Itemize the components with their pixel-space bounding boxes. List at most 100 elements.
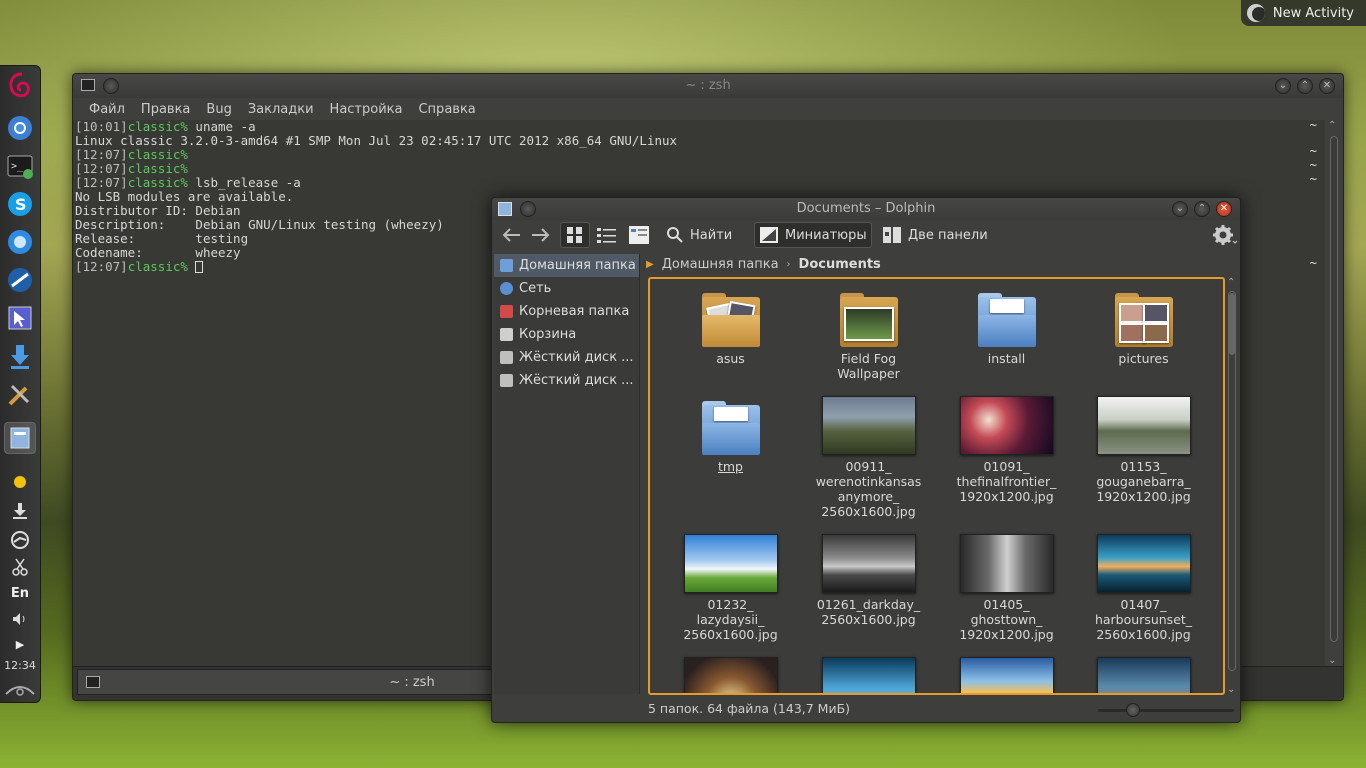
- scissors-icon[interactable]: [0, 558, 40, 580]
- terminal-line: [12:07]classic% lsb_release -a: [75, 175, 301, 190]
- preview-icon: [760, 227, 778, 243]
- pidgin-icon[interactable]: [4, 226, 36, 258]
- file-item[interactable]: 01405_ ghosttown_ 1920x1200.jpg: [939, 534, 1074, 642]
- file-item[interactable]: 01232_ lazydaysii_ 2560x1600.jpg: [663, 534, 798, 642]
- debian-menu-icon[interactable]: [4, 70, 36, 102]
- file-view[interactable]: asus Field Fog Wallpaper install picture…: [648, 277, 1225, 695]
- new-activity-button[interactable]: New Activity: [1240, 0, 1366, 26]
- terminal-icon[interactable]: >_: [4, 150, 36, 182]
- place-home[interactable]: Домашняя папка: [494, 254, 639, 277]
- control-menu-button[interactable]: [1208, 222, 1242, 248]
- file-item[interactable]: [939, 657, 1074, 693]
- konsole-close-button[interactable]: ✕: [1319, 78, 1335, 94]
- back-button[interactable]: [496, 222, 526, 248]
- konsole-pin-button[interactable]: [103, 78, 119, 94]
- preview-toggle-button[interactable]: Миниатюры: [754, 222, 872, 248]
- file-label: tmp: [717, 459, 743, 474]
- file-item[interactable]: asus: [663, 293, 798, 366]
- find-button[interactable]: Найти: [662, 222, 736, 248]
- breadcrumb-current[interactable]: Documents: [799, 257, 881, 272]
- file-item[interactable]: 01091_ thefinalfrontier_ 1920x1200.jpg: [939, 396, 1074, 504]
- image-thumbnail: [821, 657, 916, 693]
- file-item[interactable]: 01261_darkday_ 2560x1600.jpg: [801, 534, 936, 627]
- menu-settings[interactable]: Настройка: [322, 102, 411, 117]
- chevron-right-icon: ›: [786, 258, 791, 270]
- skype-icon[interactable]: S: [4, 188, 36, 220]
- file-view-scrollbar[interactable]: ⌃ ⌄: [1226, 277, 1238, 695]
- split-view-icon: [883, 227, 901, 243]
- scroll-up-icon[interactable]: ⌃: [1227, 277, 1235, 288]
- download-tray-icon[interactable]: [0, 502, 40, 524]
- file-item[interactable]: install: [939, 293, 1074, 366]
- file-item[interactable]: 01153_ gouganebarra_ 1920x1200.jpg: [1076, 396, 1211, 504]
- details-view-button[interactable]: [592, 222, 622, 248]
- window-selector-icon[interactable]: [4, 302, 36, 334]
- place-trash[interactable]: Корзина: [494, 323, 639, 346]
- menu-bug[interactable]: Bug: [198, 102, 239, 117]
- zoom-slider-handle[interactable]: [1126, 703, 1140, 717]
- folder-icon: [839, 293, 898, 347]
- split-view-button[interactable]: Две панели: [878, 222, 992, 248]
- cashew-icon[interactable]: [0, 682, 40, 700]
- forward-button[interactable]: [526, 222, 556, 248]
- left-panel: >_ S En ▶ 12:34: [0, 65, 41, 703]
- file-item[interactable]: 01407_ harboursunset_ 2560x1600.jpg: [1076, 534, 1211, 642]
- expand-tray-icon[interactable]: ▶: [0, 638, 40, 651]
- zoom-slider[interactable]: [1098, 703, 1234, 717]
- brightness-icon[interactable]: [0, 474, 40, 494]
- dolphin-app-icon[interactable]: [498, 202, 512, 216]
- tools-icon[interactable]: [4, 378, 36, 410]
- place-root[interactable]: Корневая папка: [494, 300, 639, 323]
- place-label: Сеть: [519, 281, 552, 296]
- volume-icon[interactable]: [0, 612, 40, 630]
- dolphin-titlebar[interactable]: Documents – Dolphin ⌄ ⌃ ✕: [492, 198, 1240, 220]
- home-icon: [500, 259, 513, 272]
- scrollbar-handle[interactable]: [1229, 293, 1235, 355]
- menu-help[interactable]: Справка: [410, 102, 483, 117]
- file-item[interactable]: pictures: [1076, 293, 1211, 366]
- place-network[interactable]: Сеть: [494, 277, 639, 300]
- dolphin-close-button[interactable]: ✕: [1216, 201, 1232, 217]
- svg-text:S: S: [15, 195, 27, 214]
- image-thumbnail: [959, 657, 1054, 693]
- dolphin-task-icon[interactable]: [4, 422, 36, 454]
- hard-disk-icon: [500, 374, 513, 387]
- file-item[interactable]: [801, 657, 936, 693]
- file-label: 00911_ werenotinkansas anymore_ 2560x160…: [815, 459, 922, 519]
- icons-view-button[interactable]: [560, 222, 590, 248]
- browser-icon[interactable]: [4, 264, 36, 296]
- scroll-up-icon[interactable]: ⌃: [1328, 120, 1336, 131]
- file-item[interactable]: 00911_ werenotinkansas anymore_ 2560x160…: [801, 396, 936, 519]
- dolphin-minimize-button[interactable]: ⌄: [1172, 201, 1188, 217]
- download-icon[interactable]: [4, 340, 36, 372]
- file-item[interactable]: tmp: [663, 401, 798, 474]
- clock[interactable]: 12:34: [0, 659, 40, 672]
- breadcrumb-home[interactable]: Домашняя папка: [662, 257, 779, 272]
- konsole-app-icon[interactable]: [81, 79, 95, 91]
- zoom-slider-rail: [1098, 709, 1234, 712]
- dolphin-window[interactable]: Documents – Dolphin ⌄ ⌃ ✕ Найти Миниатюр…: [491, 197, 1241, 723]
- scroll-down-icon[interactable]: ⌄: [1227, 684, 1235, 695]
- menu-edit[interactable]: Правка: [133, 102, 198, 117]
- dolphin-pin-button[interactable]: [520, 201, 536, 217]
- terminal-line: [12:07]classic%: [75, 161, 188, 176]
- place-hard-disk-2[interactable]: Жёсткий диск ...: [494, 369, 639, 392]
- network-icon[interactable]: [0, 530, 40, 554]
- menu-bookmarks[interactable]: Закладки: [240, 102, 322, 117]
- menu-file[interactable]: Файл: [81, 102, 133, 117]
- file-item[interactable]: Field Fog Wallpaper: [801, 293, 936, 381]
- file-item[interactable]: [663, 657, 798, 693]
- keyboard-layout-indicator[interactable]: En: [0, 586, 40, 601]
- scroll-down-icon[interactable]: ⌄: [1328, 655, 1336, 666]
- dolphin-maximize-button[interactable]: ⌃: [1194, 201, 1210, 217]
- konsole-minimize-button[interactable]: ⌄: [1275, 78, 1291, 94]
- chromium-icon[interactable]: [4, 112, 36, 144]
- file-item[interactable]: [1076, 657, 1211, 693]
- konsole-maximize-button[interactable]: ⌃: [1297, 78, 1313, 94]
- place-hard-disk-1[interactable]: Жёсткий диск ...: [494, 346, 639, 369]
- konsole-titlebar[interactable]: ~ : zsh ⌄ ⌃ ✕: [73, 74, 1343, 98]
- konsole-title: ~ : zsh: [685, 78, 731, 93]
- konsole-scrollbar[interactable]: ⌃ ⌄: [1327, 120, 1341, 666]
- file-label: 01091_ thefinalfrontier_ 1920x1200.jpg: [956, 459, 1057, 504]
- columns-view-button[interactable]: [624, 222, 654, 248]
